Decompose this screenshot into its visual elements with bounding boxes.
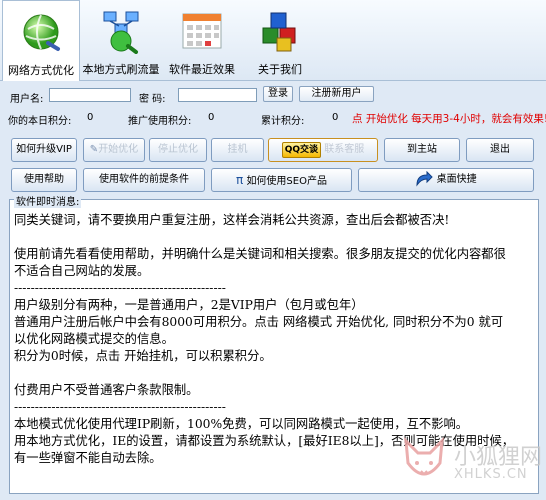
tab-label: 本地方式刷流量	[82, 63, 160, 76]
password-label: 密 码:	[139, 94, 166, 105]
tab-recent-results[interactable]: 软件最近效果	[164, 0, 240, 80]
message-line: 不适合自己网站的发展。	[14, 264, 150, 278]
toolbar: 网络方式优化 本地方式刷流量 软件最近效果 关于我们	[0, 0, 546, 81]
prerequisites-button[interactable]: 使用软件的前提条件	[83, 168, 205, 192]
password-input[interactable]	[178, 88, 257, 102]
qq-icon: QQ交谈	[281, 142, 322, 158]
globe-icon	[23, 14, 60, 51]
tab-network-optimize[interactable]: 网络方式优化	[2, 0, 80, 81]
button-label: 开始优化	[98, 144, 139, 155]
calendar-icon	[182, 13, 222, 49]
start-optimize-button[interactable]: ✎开始优化	[83, 138, 145, 162]
network-icon	[103, 11, 139, 54]
tab-label: 软件最近效果	[169, 63, 235, 76]
register-button[interactable]: 注册新用户	[299, 86, 374, 102]
idle-button[interactable]: 挂机	[211, 138, 264, 162]
today-points-value: 0	[87, 112, 94, 123]
username-label: 用户名:	[10, 94, 44, 105]
watermark-url: XHLKS.CN	[454, 467, 528, 482]
contact-support-button[interactable]: QQ交谈 联系客服	[268, 138, 378, 162]
button-label: 如何使用SEO产品	[246, 176, 327, 187]
contact-label: 联系客服	[324, 144, 365, 155]
today-points-label: 你的本日积分:	[8, 116, 72, 127]
tab-local-traffic[interactable]: 本地方式刷流量	[80, 0, 162, 80]
message-line	[14, 365, 534, 382]
referral-points-label: 推广使用积分:	[128, 116, 192, 127]
message-text: 同类关键词，请不要换用户重复注册，这样会消耗公共资源，查出后会都被否决! 使用前请…	[14, 212, 534, 467]
message-line: 使用前请先看看使用帮助，并明确什么是关键词和相关搜索。很多朋友提交的优化内容都很	[14, 247, 506, 261]
watermark: 小狐狸网 XHLKS.CN	[396, 433, 542, 489]
message-panel: 同类关键词，请不要换用户重复注册，这样会消耗公共资源，查出后会都被否决! 使用前请…	[9, 199, 542, 494]
button-label: 桌面快捷	[436, 174, 477, 185]
message-line: ----------------------------------------…	[14, 400, 226, 414]
login-button[interactable]: 登录	[263, 86, 293, 102]
tab-about-us[interactable]: 关于我们	[242, 0, 318, 80]
exit-button[interactable]: 退出	[466, 138, 534, 162]
message-line: 积分为0时候，点击 开始挂机，可以积累积分。	[14, 349, 272, 363]
message-line: 以优化网路模式提交的信息。	[14, 332, 174, 346]
message-line: 用户级别分有两种，一是普通用户，2是VIP用户（包月或包年）	[14, 298, 364, 312]
message-line: ----------------------------------------…	[14, 281, 226, 295]
help-button[interactable]: 使用帮助	[11, 168, 77, 192]
tab-label: 关于我们	[258, 63, 302, 76]
message-line: 付费用户不受普通客户条款限制。	[14, 383, 199, 397]
wand-icon: ✎	[89, 144, 99, 155]
desktop-shortcut-button[interactable]: 桌面快捷	[358, 168, 534, 192]
cubes-icon	[262, 12, 296, 52]
total-points-value: 0	[332, 112, 339, 123]
message-panel-title: 软件即时消息:	[14, 193, 82, 208]
message-line	[14, 229, 534, 246]
main-site-button[interactable]: 到主站	[384, 138, 460, 162]
pi-icon: π	[236, 173, 244, 187]
fox-logo-icon	[404, 437, 444, 476]
arrow-icon	[416, 170, 434, 187]
referral-points-value: 0	[208, 112, 215, 123]
seo-products-button[interactable]: π 如何使用SEO产品	[211, 168, 352, 192]
message-line: 本地模式优化使用代理IP刷新，100%免费，可以同网路模式一起使用，互不影响。	[14, 417, 469, 431]
tab-label: 网络方式优化	[8, 64, 74, 77]
username-input[interactable]	[49, 88, 131, 102]
total-points-label: 累计积分:	[261, 116, 305, 127]
notice-text: 点 开始优化 每天用3-4小时，就会有效果!	[352, 113, 546, 125]
stop-optimize-button[interactable]: 停止优化	[149, 138, 207, 162]
message-line: 普通用户注册后帐户中会有8000可用积分。点击 网络模式 开始优化, 同时积分不…	[14, 315, 504, 329]
upgrade-vip-button[interactable]: 如何升级VIP	[11, 138, 77, 162]
message-line: 同类关键词，请不要换用户重复注册，这样会消耗公共资源，查出后会都被否决!	[14, 213, 450, 227]
